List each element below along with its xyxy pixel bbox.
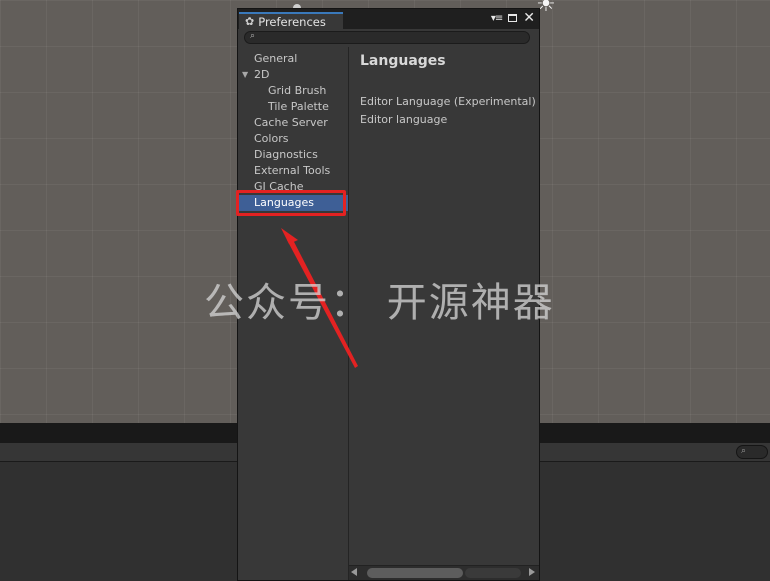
search-row: ⌕ <box>238 29 539 47</box>
window-titlebar: ✿ Preferences ▾≡ ✕ <box>238 9 539 29</box>
dock-search-field[interactable]: ⌕ <box>736 445 768 459</box>
sidebar-item-label: 2D <box>254 68 270 81</box>
scrollbar-track <box>465 568 521 578</box>
menu-icon[interactable]: ▾≡ <box>491 13 503 24</box>
search-input[interactable] <box>244 31 530 44</box>
tab-title: Preferences <box>258 14 326 29</box>
maximize-icon[interactable] <box>508 14 518 22</box>
sidebar-item-label: Grid Brush <box>268 84 327 97</box>
search-icon: ⌕ <box>741 446 747 456</box>
page-title: Languages <box>360 53 446 69</box>
window-controls: ▾≡ ✕ <box>491 11 535 25</box>
setting-editor-language-experimental: Editor Language (Experimental) <box>360 95 536 108</box>
scroll-right-icon[interactable] <box>529 568 535 576</box>
sidebar-item-general[interactable]: General <box>238 51 348 67</box>
sidebar-item-2d[interactable]: ▼ 2D <box>238 67 348 83</box>
gear-icon: ✿ <box>245 15 255 28</box>
tab-preferences[interactable]: ✿ Preferences <box>239 12 343 29</box>
sidebar-item-label: Cache Server <box>254 116 328 129</box>
sidebar-item-label: Colors <box>254 132 289 145</box>
sidebar-item-label: General <box>254 52 298 65</box>
sidebar-item-label: External Tools <box>254 164 331 177</box>
search-icon: ⌕ <box>250 31 256 41</box>
sidebar-item-cache-server[interactable]: Cache Server <box>238 115 348 131</box>
watermark-text: 公众号： 开源神器 <box>204 280 555 326</box>
sidebar-item-tile-palette[interactable]: Tile Palette <box>238 99 348 115</box>
sidebar-item-external-tools[interactable]: External Tools <box>238 163 348 179</box>
horizontal-scrollbar[interactable] <box>349 565 539 580</box>
sidebar-item-diagnostics[interactable]: Diagnostics <box>238 147 348 163</box>
scroll-left-icon[interactable] <box>351 568 357 576</box>
sidebar-item-label: Tile Palette <box>268 100 329 113</box>
close-icon[interactable]: ✕ <box>523 11 535 25</box>
expand-triangle-icon[interactable]: ▼ <box>242 67 248 83</box>
highlight-box-annotation <box>236 190 346 216</box>
sidebar-item-grid-brush[interactable]: Grid Brush <box>238 83 348 99</box>
setting-editor-language: Editor language <box>360 113 448 126</box>
sidebar-item-label: Diagnostics <box>254 148 318 161</box>
scrollbar-thumb[interactable] <box>367 568 463 578</box>
sidebar-item-colors[interactable]: Colors <box>238 131 348 147</box>
